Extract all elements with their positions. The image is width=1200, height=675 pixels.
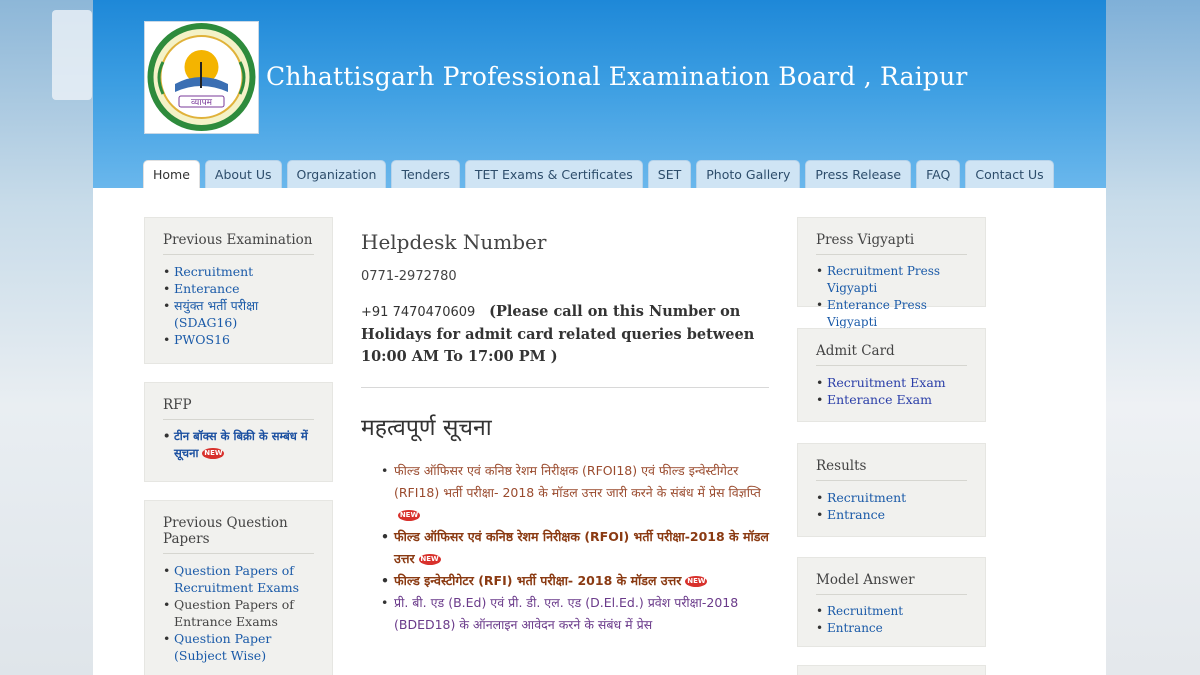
notice-item[interactable]: फील्ड इन्वेस्टीगेटर (RFI) भर्ती परीक्षा-… [381, 570, 769, 592]
admit-card-list: Recruitment Exam Enterance Exam [816, 374, 967, 408]
list-item[interactable]: Entrance [816, 506, 967, 523]
question-papers-list: Question Papers of Recruitment Exams Que… [163, 562, 314, 664]
rfp-link[interactable]: टीन बॉक्स के बिक्री के सम्बंध में सूचना [174, 429, 308, 460]
results-box: Results Recruitment Entrance [797, 443, 986, 537]
site-header: व्यापम Chhattisgarh Professional Examina… [93, 0, 1106, 188]
admit-card-box: Admit Card Recruitment Exam Enterance Ex… [797, 328, 986, 422]
main-nav: Home About Us Organization Tenders TET E… [143, 160, 1054, 188]
press-vigyapti-box: Press Vigyapti Recruitment Press Vigyapt… [797, 217, 986, 329]
list-item[interactable]: Enterance [163, 280, 314, 297]
rfp-box: RFP टीन बॉक्स के बिक्री के सम्बंध में सू… [144, 382, 333, 482]
list-item[interactable]: PWOS16 [163, 331, 314, 348]
list-item[interactable]: Recruitment Exam [816, 374, 967, 391]
page: व्यापम Chhattisgarh Professional Examina… [93, 0, 1106, 675]
previous-question-papers-box: Previous Question Papers Question Papers… [144, 500, 333, 675]
svg-text:व्यापम: व्यापम [191, 98, 213, 108]
list-item[interactable]: Entrance [816, 620, 967, 637]
helpline-block: +91 7470470609 (Please call on this Numb… [361, 301, 769, 368]
box-title: RFP [163, 397, 314, 420]
box-title: Admit Card [816, 343, 967, 366]
list-item[interactable]: Enterance Press Vigyapti [816, 297, 967, 331]
divider [361, 387, 769, 388]
backdrop-ghost [52, 10, 92, 100]
list-item[interactable]: Question Papers of Entrance Exams [163, 596, 314, 630]
tab-photo-gallery[interactable]: Photo Gallery [696, 160, 801, 188]
notice-link[interactable]: फील्ड ऑफिसर एवं कनिष्ठ रेशम निरीक्षक (RF… [394, 463, 761, 500]
list-item[interactable]: Recruitment [163, 263, 314, 280]
tab-about-us[interactable]: About Us [204, 160, 282, 188]
rfp-list: टीन बॉक्स के बिक्री के सम्बंध में सूचनाN… [163, 428, 314, 462]
box-title: Press Vigyapti [816, 232, 967, 255]
press-vigyapti-list: Recruitment Press Vigyapti Enterance Pre… [816, 263, 967, 331]
logo-emblem-icon: व्यापम [147, 23, 256, 131]
site-logo[interactable]: व्यापम [144, 21, 259, 134]
notice-link[interactable]: फील्ड इन्वेस्टीगेटर (RFI) भर्ती परीक्षा-… [394, 573, 681, 588]
site-title: Chhattisgarh Professional Examination Bo… [266, 62, 968, 91]
list-item[interactable]: Recruitment Press Vigyapti [816, 263, 967, 297]
next-sidebar-box [797, 665, 986, 675]
list-item[interactable]: Question Paper (Subject Wise) [163, 630, 314, 664]
list-item[interactable]: Recruitment [816, 603, 967, 620]
main-content: Helpdesk Number 0771-2972780 +91 7470470… [361, 218, 769, 636]
new-badge-icon: NEW [685, 576, 708, 587]
previous-examination-list: Recruitment Enterance सयुंक्त भर्ती परीक… [163, 263, 314, 348]
tab-faq[interactable]: FAQ [916, 160, 961, 188]
helpdesk-title: Helpdesk Number [361, 230, 547, 254]
box-title: Model Answer [816, 572, 967, 595]
notice-item[interactable]: फील्ड ऑफिसर एवं कनिष्ठ रेशम निरीक्षक (RF… [381, 526, 769, 570]
notice-item[interactable]: फील्ड ऑफिसर एवं कनिष्ठ रेशम निरीक्षक (RF… [381, 460, 769, 526]
notice-link[interactable]: फील्ड ऑफिसर एवं कनिष्ठ रेशम निरीक्षक (RF… [394, 529, 769, 566]
notice-heading: महत्वपूर्ण सूचना [361, 415, 492, 441]
notice-link[interactable]: प्री. बी. एड (B.Ed) एवं प्री. डी. एल. एड… [394, 595, 738, 632]
backdrop-right [1106, 0, 1200, 675]
helpline-phone: +91 7470470609 [361, 305, 476, 320]
tab-contact-us[interactable]: Contact Us [965, 160, 1054, 188]
tab-home[interactable]: Home [143, 160, 200, 188]
tab-organization[interactable]: Organization [286, 160, 387, 188]
previous-examination-box: Previous Examination Recruitment Enteran… [144, 217, 333, 364]
list-item[interactable]: Recruitment [816, 489, 967, 506]
new-badge-icon: NEW [398, 510, 420, 521]
model-answer-box: Model Answer Recruitment Entrance [797, 557, 986, 647]
new-badge-icon: NEW [202, 448, 225, 459]
new-badge-icon: NEW [418, 554, 441, 565]
box-title: Results [816, 458, 967, 481]
tab-press-release[interactable]: Press Release [805, 160, 912, 188]
list-item[interactable]: टीन बॉक्स के बिक्री के सम्बंध में सूचनाN… [163, 428, 314, 462]
list-item[interactable]: Question Papers of Recruitment Exams [163, 562, 314, 596]
list-item[interactable]: सयुंक्त भर्ती परीक्षा (SDAG16) [163, 297, 314, 331]
list-item[interactable]: Enterance Exam [816, 391, 967, 408]
notice-list: फील्ड ऑफिसर एवं कनिष्ठ रेशम निरीक्षक (RF… [361, 460, 769, 636]
helpdesk-phone: 0771-2972780 [361, 269, 457, 284]
results-list: Recruitment Entrance [816, 489, 967, 523]
backdrop-left [0, 0, 93, 675]
box-title: Previous Question Papers [163, 515, 314, 554]
model-answer-list: Recruitment Entrance [816, 603, 967, 637]
tab-tenders[interactable]: Tenders [391, 160, 460, 188]
tab-set[interactable]: SET [647, 160, 692, 188]
tab-tet-exams[interactable]: TET Exams & Certificates [464, 160, 643, 188]
notice-item[interactable]: प्री. बी. एड (B.Ed) एवं प्री. डी. एल. एड… [381, 592, 769, 636]
box-title: Previous Examination [163, 232, 314, 255]
